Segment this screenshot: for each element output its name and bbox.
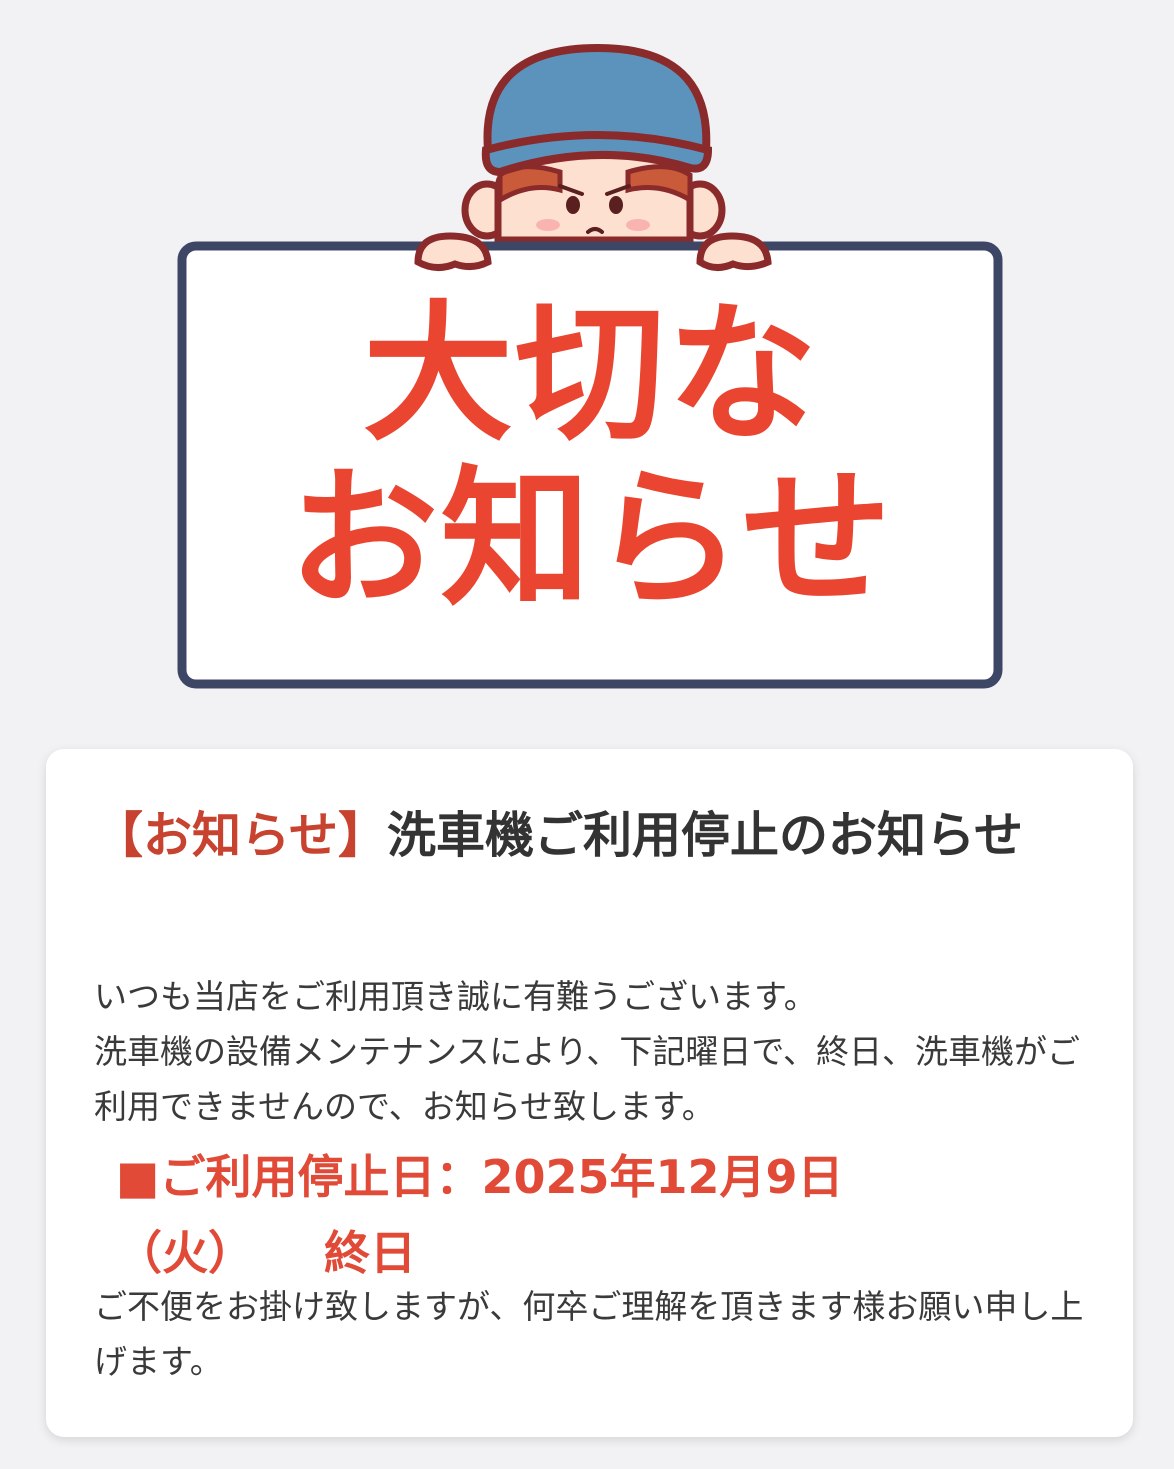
right-hand-shape — [696, 232, 772, 271]
left-cheek-shape — [536, 219, 560, 231]
notice-title-text: 洗車機ご利用停止のお知らせ — [387, 807, 1024, 864]
right-cheek-shape — [626, 219, 650, 231]
stop-date-label: ■ご利用停止日：2025年12月9日 — [116, 1150, 844, 1204]
left-eye-shape — [566, 196, 580, 214]
sign-heading-line2: お知らせ — [288, 453, 894, 627]
stop-weekday: （火） — [116, 1226, 254, 1280]
notice-tag: 【お知らせ】 — [94, 807, 388, 864]
notice-card: 【お知らせ】洗車機ご利用停止のお知らせ いつも当店をご利用頂き誠に有難うございま… — [46, 749, 1133, 1437]
notice-closing: ご不便をお掛け致しますが、何卒ご理解を頂きます様お願い申し上げます。 — [94, 1287, 1084, 1381]
sign-heading-line1: 大切な — [362, 288, 819, 462]
notice-intro: いつも当店をご利用頂き誠に有難うございます。 洗車機の設備メンテナンスにより、下… — [94, 977, 1081, 1126]
notice-title: 【お知らせ】洗車機ご利用停止のお知らせ — [94, 795, 1084, 877]
left-hand-shape — [414, 232, 492, 271]
hero-banner: 大切な お知らせ — [0, 0, 1174, 730]
stop-date-block: ■ご利用停止日：2025年12月9日 （火） 終日 — [116, 1139, 1016, 1291]
right-eye-shape — [609, 196, 623, 214]
stop-duration: 終日 — [324, 1226, 416, 1280]
